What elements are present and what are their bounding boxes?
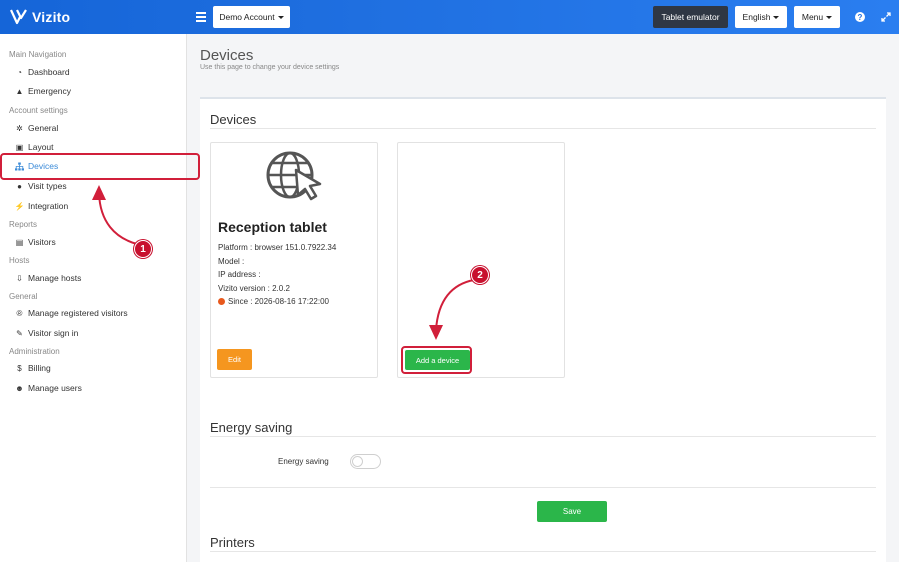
sidebar-item-layout[interactable]: ▣ Layout <box>15 140 54 154</box>
help-icon[interactable]: ? <box>855 12 865 22</box>
sidebar-item-label: Manage hosts <box>28 273 82 283</box>
device-since: Since : 2026-08-16 17:22:00 <box>228 297 329 306</box>
sidebar-section-title: Hosts <box>9 256 30 265</box>
device-card: Reception tablet Platform : browser 151.… <box>210 142 378 378</box>
sidebar-section-title: Reports <box>9 220 38 229</box>
menu-dropdown[interactable]: Menu <box>794 6 840 28</box>
sidebar-item-label: General <box>28 123 59 133</box>
sidebar-item-integration[interactable]: ⚡ Integration <box>14 199 69 213</box>
device-model: Model : <box>218 257 245 266</box>
toggle-knob <box>352 456 363 467</box>
device-name: Reception tablet <box>218 219 327 235</box>
annotation-highlight-devices <box>0 153 200 180</box>
main-content: Devices Use this page to change your dev… <box>187 34 899 562</box>
account-dropdown-label: Demo Account <box>219 12 275 22</box>
save-button[interactable]: Save <box>537 501 607 522</box>
sidebar-item-billing[interactable]: $ Billing <box>15 361 51 375</box>
book-icon: ▤ <box>15 237 24 247</box>
sidebar-item-label: Visitors <box>28 237 56 247</box>
sidebar-item-general[interactable]: ✲ General <box>15 121 58 135</box>
status-dot-icon <box>218 298 225 305</box>
dollar-icon: $ <box>17 363 22 373</box>
energy-saving-heading: Energy saving <box>210 420 293 435</box>
sidebar-item-label: Integration <box>28 201 69 211</box>
divider <box>210 436 876 437</box>
device-version: Vizito version : 2.0.2 <box>218 284 290 293</box>
sidebar-item-label: Manage users <box>28 383 82 393</box>
sidebar-item-visit-types[interactable]: ● Visit types <box>15 179 67 193</box>
sidebar-item-dashboard[interactable]: ◔ Dashboard <box>15 65 70 79</box>
sidebar-item-emergency[interactable]: ▲ Emergency <box>15 84 71 98</box>
download-icon: ⇩ <box>16 273 23 283</box>
language-dropdown-label: English <box>742 12 771 22</box>
image-icon: ▣ <box>15 142 24 152</box>
chevron-down-icon <box>773 15 780 19</box>
top-bar: Vizito Demo Account Tablet emulator Engl… <box>0 0 899 34</box>
sidebar-item-manage-registered-visitors[interactable]: ® Manage registered visitors <box>15 306 128 320</box>
device-since-row: Since : 2026-08-16 17:22:00 <box>218 297 329 306</box>
plug-icon: ⚡ <box>14 201 25 211</box>
sidebar-item-label: Billing <box>28 363 51 373</box>
energy-saving-toggle[interactable] <box>350 454 381 469</box>
divider <box>210 128 876 129</box>
sidebar-section-title: Account settings <box>9 106 68 115</box>
warning-icon: ▲ <box>15 86 24 96</box>
sidebar-item-label: Visitor sign in <box>28 328 79 338</box>
sidebar-section-title: Administration <box>9 347 60 356</box>
brand-logo[interactable]: Vizito <box>10 8 70 26</box>
sidebar-item-label: Manage registered visitors <box>28 308 128 318</box>
sidebar-item-visitor-sign-in[interactable]: ✎ Visitor sign in <box>15 326 78 340</box>
globe-cursor-icon <box>266 151 322 201</box>
expand-icon[interactable] <box>881 12 891 22</box>
sidebar-item-label: Emergency <box>28 86 71 96</box>
sidebar-item-label: Visit types <box>28 181 67 191</box>
account-dropdown[interactable]: Demo Account <box>213 6 290 28</box>
users-icon: ● <box>17 181 22 191</box>
page-title: Devices <box>200 47 254 64</box>
edit-device-button[interactable]: Edit <box>217 349 252 370</box>
sidebar-item-label: Dashboard <box>28 67 70 77</box>
divider <box>210 551 876 552</box>
brand-name: Vizito <box>32 9 71 25</box>
vizito-logo-icon <box>10 9 27 25</box>
user-plus-icon: ☻ <box>15 383 24 393</box>
divider <box>210 487 876 488</box>
annotation-highlight-add-device <box>401 346 472 374</box>
devices-heading: Devices <box>210 112 257 127</box>
menu-dropdown-label: Menu <box>801 12 824 22</box>
sidebar: Main Navigation ◔ Dashboard ▲ Emergency … <box>0 34 187 562</box>
energy-saving-label: Energy saving <box>278 457 329 466</box>
page-subtitle: Use this page to change your device sett… <box>200 64 340 71</box>
gear-icon: ✲ <box>16 123 23 133</box>
tablet-emulator-button[interactable]: Tablet emulator <box>653 6 728 28</box>
device-ip: IP address : <box>218 270 261 279</box>
sidebar-section-title: Main Navigation <box>9 50 67 59</box>
language-dropdown[interactable]: English <box>735 6 787 28</box>
printers-heading: Printers <box>210 535 255 550</box>
dashboard-icon: ◔ <box>17 67 22 77</box>
device-platform: Platform : browser 151.0.7922.34 <box>218 243 337 252</box>
sidebar-item-manage-users[interactable]: ☻ Manage users <box>15 381 82 395</box>
sidebar-item-manage-hosts[interactable]: ⇩ Manage hosts <box>15 271 81 285</box>
step-1-badge: 1 <box>134 240 152 258</box>
sidebar-section-title: General <box>9 292 38 301</box>
sidebar-item-visitors[interactable]: ▤ Visitors <box>15 235 56 249</box>
pencil-icon: ✎ <box>16 328 23 338</box>
hamburger-menu-icon[interactable] <box>196 10 206 24</box>
sidebar-item-label: Layout <box>28 142 54 152</box>
settings-card: Devices Reception tablet Platform : brow… <box>200 97 886 562</box>
registered-icon: ® <box>16 308 23 318</box>
add-device-card: Add a device <box>397 142 565 378</box>
step-2-badge: 2 <box>471 266 489 284</box>
chevron-down-icon <box>277 15 284 19</box>
chevron-down-icon <box>826 15 833 19</box>
